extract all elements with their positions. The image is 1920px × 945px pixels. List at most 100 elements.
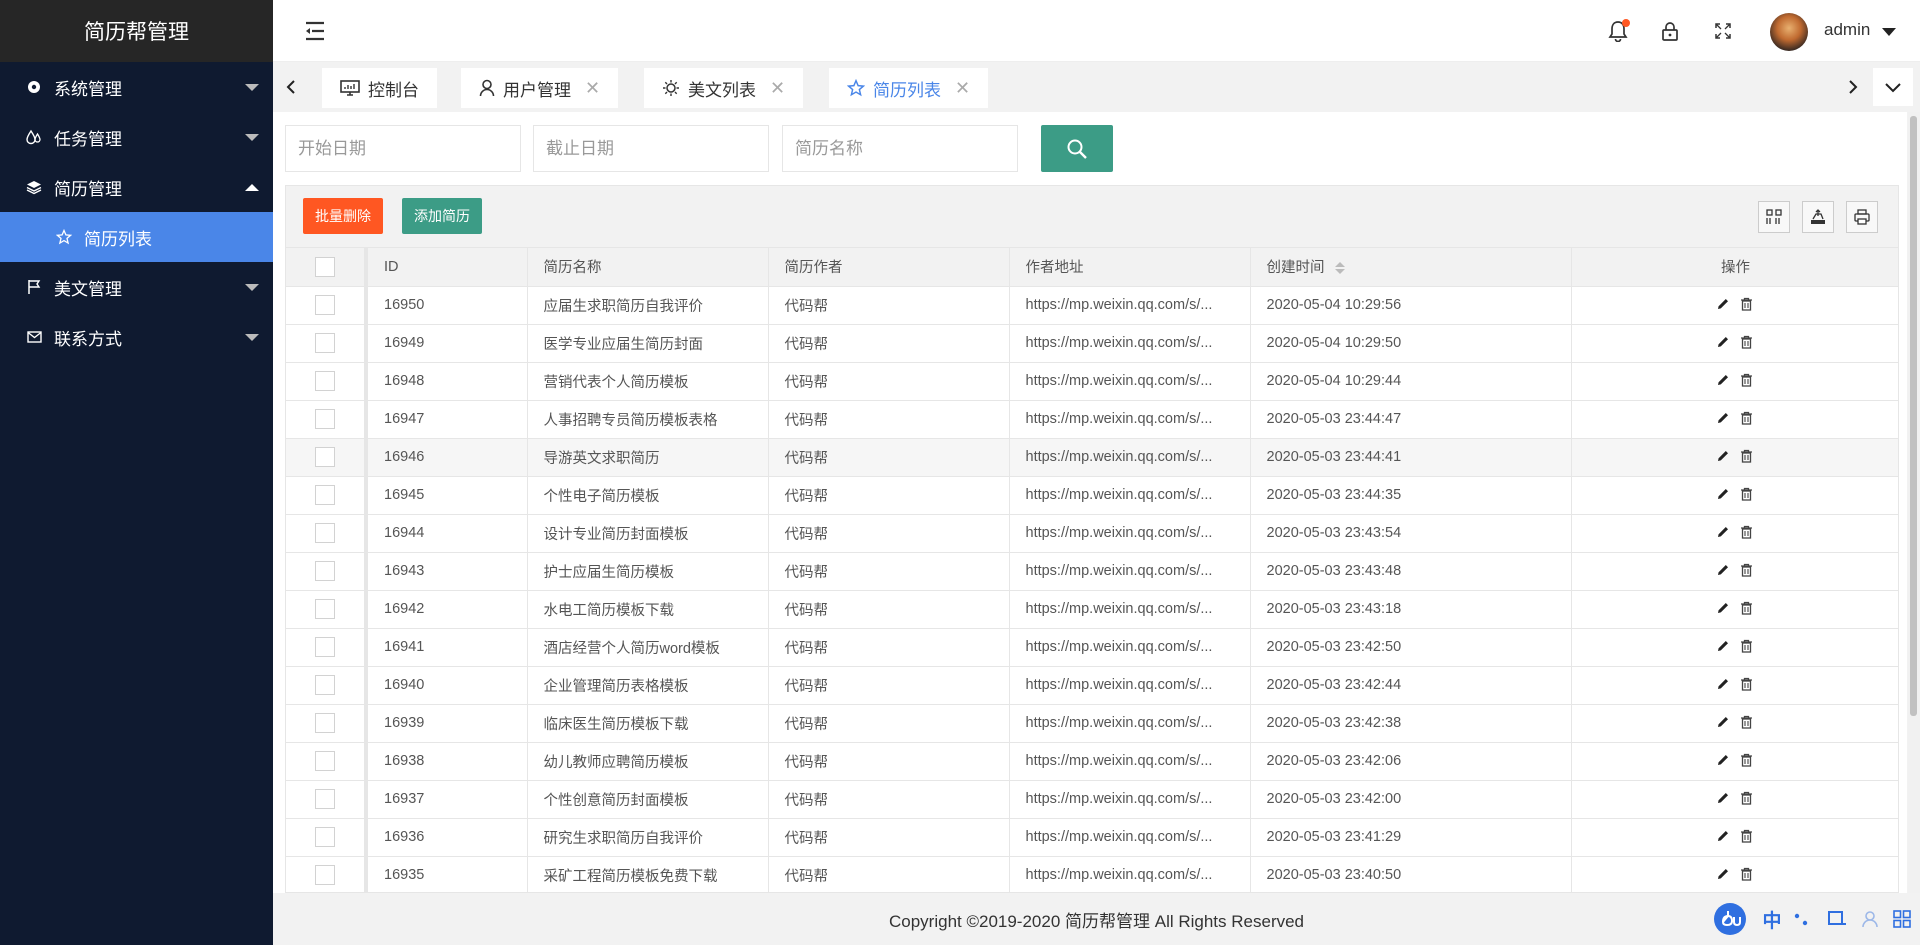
- tab-scroll-left-icon[interactable]: [273, 68, 309, 106]
- delete-trash-icon[interactable]: [1740, 373, 1756, 389]
- table-row[interactable]: 16942 水电工简历模板下载 代码帮 https://mp.weixin.qq.co…: [286, 590, 1898, 629]
- row-checkbox[interactable]: [315, 523, 335, 543]
- ime-punctuation-icon[interactable]: [1790, 902, 1812, 936]
- export-icon[interactable]: [1802, 201, 1834, 233]
- edit-pencil-icon[interactable]: [1716, 677, 1732, 693]
- table-row[interactable]: 16936 研究生求职简历自我评价 代码帮 https://mp.weixin.qq.…: [286, 818, 1898, 857]
- delete-trash-icon[interactable]: [1740, 791, 1756, 807]
- username[interactable]: admin: [1824, 20, 1870, 40]
- table-row[interactable]: 16939 临床医生简历模板下载 代码帮 https://mp.weixin.qq.c…: [286, 704, 1898, 743]
- edit-pencil-icon[interactable]: [1716, 867, 1732, 883]
- ime-logo-icon[interactable]: [1713, 902, 1747, 936]
- table-row[interactable]: 16941 酒店经营个人简历word模板 代码帮 https://mp.weixin.…: [286, 628, 1898, 667]
- delete-trash-icon[interactable]: [1740, 715, 1756, 731]
- table-row[interactable]: 16950 应届生求职简历自我评价 代码帮 https://mp.weixin.qq.…: [286, 286, 1898, 325]
- delete-trash-icon[interactable]: [1740, 449, 1756, 465]
- table-row[interactable]: 16948 营销代表个人简历模板 代码帮 https://mp.weixin.qq.c…: [286, 362, 1898, 401]
- tab-menu-chevron-down-icon[interactable]: [1873, 68, 1913, 106]
- delete-trash-icon[interactable]: [1740, 639, 1756, 655]
- ime-toolbox-icon[interactable]: [1890, 902, 1914, 936]
- delete-trash-icon[interactable]: [1740, 297, 1756, 313]
- table-row[interactable]: 16938 幼儿教师应聘简历模板 代码帮 https://mp.weixin.qq.c…: [286, 742, 1898, 781]
- ime-keyboard-icon[interactable]: [1825, 902, 1849, 936]
- edit-pencil-icon[interactable]: [1716, 373, 1732, 389]
- row-checkbox[interactable]: [315, 675, 335, 695]
- edit-pencil-icon[interactable]: [1716, 525, 1732, 541]
- end-date-input[interactable]: [533, 125, 769, 172]
- edit-pencil-icon[interactable]: [1716, 449, 1732, 465]
- delete-trash-icon[interactable]: [1740, 487, 1756, 503]
- edit-pencil-icon[interactable]: [1716, 411, 1732, 427]
- delete-trash-icon[interactable]: [1740, 335, 1756, 351]
- row-checkbox[interactable]: [315, 295, 335, 315]
- scrollbar-thumb[interactable]: [1910, 116, 1917, 716]
- sidebar-item-article[interactable]: 美文管理: [0, 262, 273, 312]
- lock-icon[interactable]: [1658, 19, 1682, 43]
- search-button[interactable]: [1041, 125, 1113, 172]
- app-logo[interactable]: 简历帮管理: [0, 0, 273, 62]
- row-checkbox[interactable]: [315, 827, 335, 847]
- delete-trash-icon[interactable]: [1740, 677, 1756, 693]
- table-row[interactable]: 16940 企业管理简历表格模板 代码帮 https://mp.weixin.qq.c…: [286, 666, 1898, 705]
- table-row[interactable]: 16943 护士应届生简历模板 代码帮 https://mp.weixin.qq.co…: [286, 552, 1898, 591]
- avatar[interactable]: [1770, 13, 1808, 51]
- edit-pencil-icon[interactable]: [1716, 829, 1732, 845]
- chevron-down-icon[interactable]: [1882, 28, 1896, 36]
- resume-name-input[interactable]: [782, 125, 1018, 172]
- delete-trash-icon[interactable]: [1740, 753, 1756, 769]
- delete-trash-icon[interactable]: [1740, 829, 1756, 845]
- tab-console[interactable]: 控制台: [322, 68, 437, 108]
- row-checkbox[interactable]: [315, 409, 335, 429]
- edit-pencil-icon[interactable]: [1716, 297, 1732, 313]
- table-row[interactable]: 16949 医学专业应届生简历封面 代码帮 https://mp.weixin.qq.…: [286, 324, 1898, 363]
- add-resume-button[interactable]: 添加简历: [402, 198, 482, 234]
- row-checkbox[interactable]: [315, 789, 335, 809]
- delete-trash-icon[interactable]: [1740, 525, 1756, 541]
- close-icon[interactable]: ✕: [585, 78, 600, 99]
- sidebar-subitem-resume-list[interactable]: 简历列表: [0, 212, 273, 262]
- table-row[interactable]: 16937 个性创意简历封面模板 代码帮 https://mp.weixin.qq.c…: [286, 780, 1898, 819]
- edit-pencil-icon[interactable]: [1716, 639, 1732, 655]
- notification-bell-icon[interactable]: [1606, 19, 1630, 43]
- delete-trash-icon[interactable]: [1740, 563, 1756, 579]
- fullscreen-icon[interactable]: [1711, 19, 1735, 43]
- edit-pencil-icon[interactable]: [1716, 753, 1732, 769]
- sidebar-item-task[interactable]: 任务管理: [0, 112, 273, 162]
- delete-trash-icon[interactable]: [1740, 411, 1756, 427]
- close-icon[interactable]: ✕: [955, 78, 970, 99]
- row-checkbox[interactable]: [315, 561, 335, 581]
- row-checkbox[interactable]: [315, 637, 335, 657]
- columns-filter-icon[interactable]: [1758, 201, 1790, 233]
- delete-trash-icon[interactable]: [1740, 867, 1756, 883]
- tab-user-management[interactable]: 用户管理 ✕: [461, 68, 619, 108]
- table-row[interactable]: 16946 导游英文求职简历 代码帮 https://mp.weixin.qq.com…: [286, 438, 1898, 477]
- tab-resume-list[interactable]: 简历列表 ✕: [829, 68, 989, 108]
- ime-language-toggle[interactable]: 中: [1760, 902, 1784, 936]
- page-scrollbar[interactable]: [1908, 112, 1920, 893]
- row-checkbox[interactable]: [315, 447, 335, 467]
- table-row[interactable]: 16935 采矿工程简历模板免费下载 代码帮 https://mp.weixin.qq…: [286, 856, 1898, 892]
- sidebar-item-system[interactable]: 系统管理: [0, 62, 273, 112]
- menu-toggle-icon[interactable]: [303, 19, 327, 43]
- tab-scroll-right-icon[interactable]: [1835, 68, 1871, 106]
- row-checkbox[interactable]: [315, 485, 335, 505]
- column-header-time[interactable]: 创建时间: [1250, 248, 1572, 287]
- row-checkbox[interactable]: [315, 751, 335, 771]
- delete-trash-icon[interactable]: [1740, 601, 1756, 617]
- edit-pencil-icon[interactable]: [1716, 563, 1732, 579]
- edit-pencil-icon[interactable]: [1716, 335, 1732, 351]
- edit-pencil-icon[interactable]: [1716, 715, 1732, 731]
- tab-article-list[interactable]: 美文列表 ✕: [644, 68, 804, 108]
- table-row[interactable]: 16945 个性电子简历模板 代码帮 https://mp.weixin.qq.com…: [286, 476, 1898, 515]
- close-icon[interactable]: ✕: [770, 78, 785, 99]
- table-row[interactable]: 16944 设计专业简历封面模板 代码帮 https://mp.weixin.qq.c…: [286, 514, 1898, 553]
- ime-user-icon[interactable]: [1858, 902, 1882, 936]
- edit-pencil-icon[interactable]: [1716, 487, 1732, 503]
- row-checkbox[interactable]: [315, 371, 335, 391]
- select-all-checkbox[interactable]: [315, 256, 335, 277]
- row-checkbox[interactable]: [315, 713, 335, 733]
- sidebar-item-resume[interactable]: 简历管理: [0, 162, 273, 212]
- start-date-input[interactable]: [285, 125, 521, 172]
- print-icon[interactable]: [1846, 201, 1878, 233]
- sort-icon[interactable]: [1334, 262, 1345, 275]
